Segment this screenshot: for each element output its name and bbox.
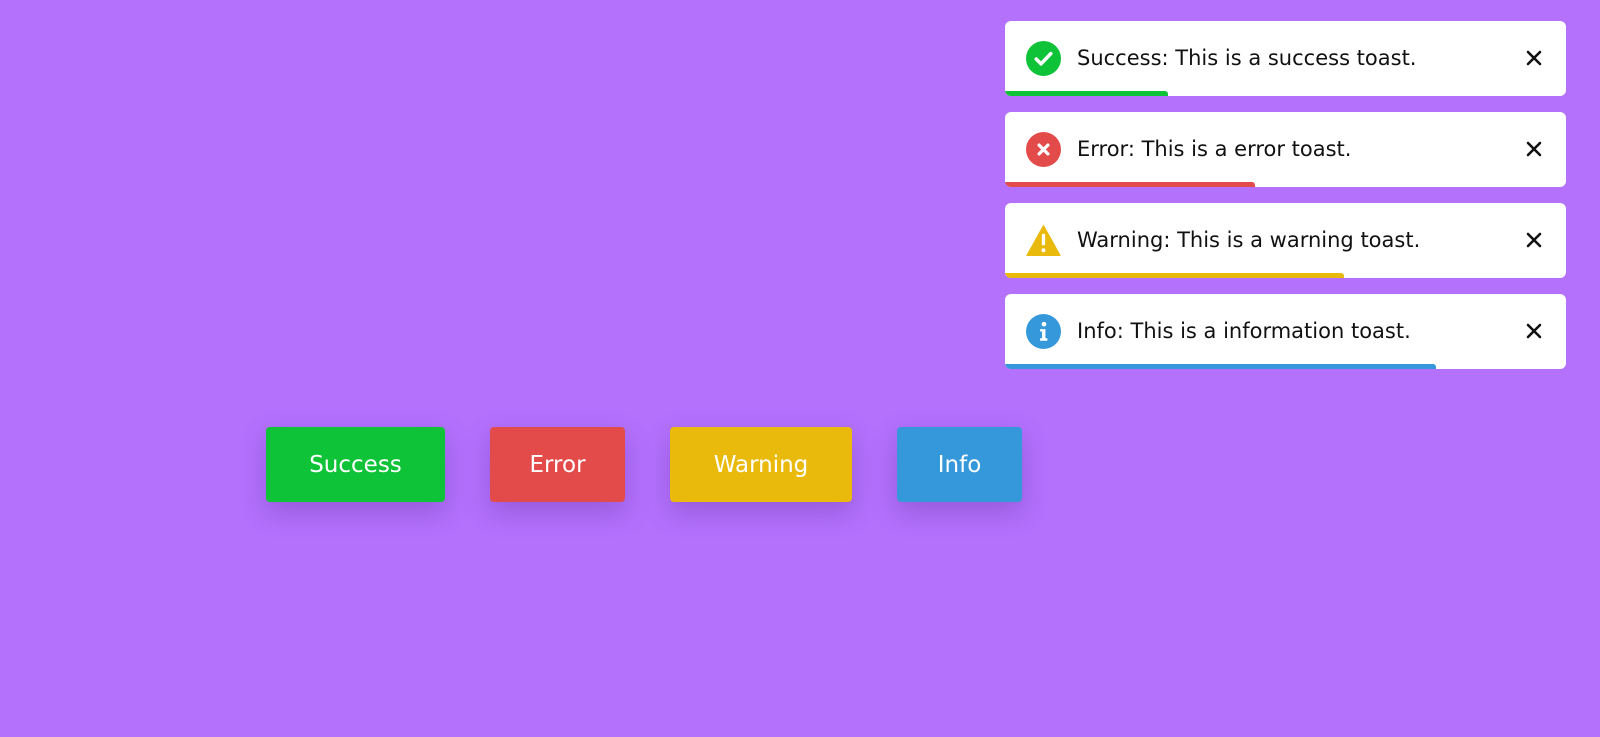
- toast-message: Error: This is a error toast.: [1077, 137, 1352, 161]
- toast-progress-bar: [1005, 182, 1255, 187]
- warning-toast: Warning: This is a warning toast.: [1005, 203, 1566, 278]
- toast-message: Warning: This is a warning toast.: [1077, 228, 1421, 252]
- close-icon[interactable]: [1524, 321, 1544, 341]
- toast-progress-bar: [1005, 91, 1168, 96]
- error-button[interactable]: Error: [490, 427, 625, 502]
- warning-button[interactable]: Warning: [670, 427, 852, 502]
- info-toast: Info: This is a information toast.: [1005, 294, 1566, 369]
- toast-progress-bar: [1005, 364, 1436, 369]
- close-icon[interactable]: [1524, 48, 1544, 68]
- success-toast: Success: This is a success toast.: [1005, 21, 1566, 96]
- toast-message: Success: This is a success toast.: [1077, 46, 1417, 70]
- toast-message: Info: This is a information toast.: [1077, 319, 1411, 343]
- warning-triangle-icon: [1026, 223, 1061, 258]
- close-icon[interactable]: [1524, 230, 1544, 250]
- info-circle-icon: [1026, 314, 1061, 349]
- error-toast: Error: This is a error toast.: [1005, 112, 1566, 187]
- x-circle-icon: [1026, 132, 1061, 167]
- success-button[interactable]: Success: [266, 427, 445, 502]
- close-icon[interactable]: [1524, 139, 1544, 159]
- info-button[interactable]: Info: [897, 427, 1022, 502]
- toast-stack: Success: This is a success toast. Error:…: [1005, 21, 1566, 385]
- check-circle-icon: [1026, 41, 1061, 76]
- toast-progress-bar: [1005, 273, 1345, 278]
